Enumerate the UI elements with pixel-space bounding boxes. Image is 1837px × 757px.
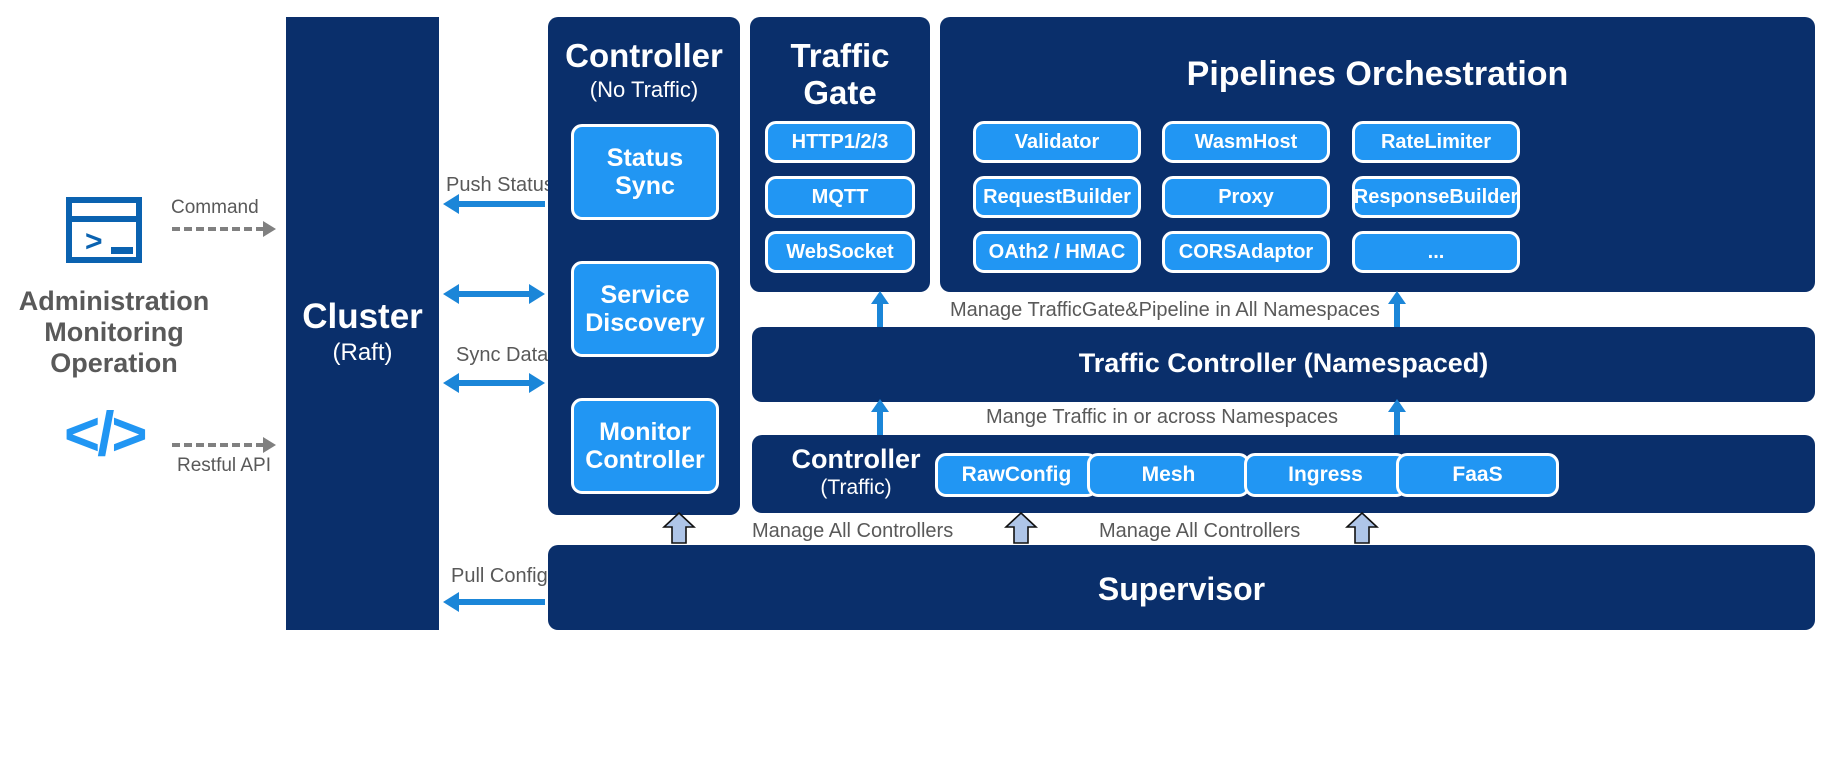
supervisor-title: Supervisor	[1097, 571, 1266, 607]
controller-no-traffic-title: Controller	[565, 37, 723, 74]
controller-no-traffic-subtitle: (No Traffic)	[589, 77, 699, 102]
chip-service-discovery[interactable]: Service Discovery	[571, 261, 719, 357]
cluster-subtitle: (Raft)	[332, 339, 393, 366]
restful-api-arrow	[172, 437, 276, 453]
chip-validator[interactable]: Validator	[973, 121, 1141, 163]
chip-ellipsis[interactable]: ...	[1352, 231, 1520, 273]
manage-all-controllers-arrow-1	[662, 512, 696, 544]
mange-traffic-arrow-left	[869, 399, 891, 435]
traffic-controller-title: Traffic Controller (Namespaced)	[1078, 348, 1489, 378]
manage-all-controllers-label-left: Manage All Controllers	[752, 520, 954, 542]
chip-websocket[interactable]: WebSocket	[765, 231, 915, 273]
chip-ingress[interactable]: Ingress	[1244, 453, 1407, 497]
chip-requestbuilder[interactable]: RequestBuilder	[973, 176, 1141, 218]
manage-all-controllers-label-right: Manage All Controllers	[1099, 520, 1301, 542]
traffic-gate-panel[interactable]: Traffic Gate HTTP1/2/3 MQTT WebSocket	[750, 17, 930, 292]
traffic-gate-title-line1: Traffic	[790, 37, 890, 74]
manage-trafficgate-arrow-left	[869, 291, 891, 327]
admin-label: Administration Monitoring Operation	[18, 286, 210, 378]
restful-api-label: Restful API	[177, 455, 271, 476]
chip-status-sync[interactable]: Status Sync	[571, 124, 719, 220]
sync-data-arrow-bottom	[443, 373, 545, 393]
chip-proxy[interactable]: Proxy	[1162, 176, 1330, 218]
chip-ratelimiter[interactable]: RateLimiter	[1352, 121, 1520, 163]
chip-mesh[interactable]: Mesh	[1087, 453, 1250, 497]
pull-config-label: Pull Config	[451, 565, 548, 587]
chip-oauth2-hmac[interactable]: OAth2 / HMAC	[973, 231, 1141, 273]
traffic-gate-title-line2: Gate	[803, 74, 877, 111]
traffic-controller-panel[interactable]: Traffic Controller (Namespaced)	[752, 327, 1815, 402]
chip-http[interactable]: HTTP1/2/3	[765, 121, 915, 163]
code-icon: </>	[64, 400, 148, 469]
chip-responsebuilder[interactable]: ResponseBuilder	[1352, 176, 1520, 218]
pipelines-title: Pipelines Orchestration	[1186, 55, 1569, 93]
chip-faas[interactable]: FaaS	[1396, 453, 1559, 497]
architecture-diagram: > Command Administration Monitoring Oper…	[0, 0, 1837, 757]
controller-traffic-title: Controller	[791, 444, 921, 474]
chip-corsadaptor[interactable]: CORSAdaptor	[1162, 231, 1330, 273]
push-status-arrow	[443, 194, 545, 214]
manage-all-controllers-arrow-3	[1345, 512, 1379, 544]
terminal-icon: >	[66, 197, 142, 263]
sync-data-arrow-top	[443, 284, 545, 304]
manage-trafficgate-arrow-right	[1386, 291, 1408, 327]
cluster-title: Cluster	[302, 297, 423, 336]
sync-data-label: Sync Data	[456, 344, 549, 366]
command-arrow	[172, 221, 276, 237]
pipelines-orchestration-panel[interactable]: Pipelines Orchestration Validator WasmHo…	[940, 17, 1815, 292]
chip-mqtt[interactable]: MQTT	[765, 176, 915, 218]
chip-monitor-controller[interactable]: Monitor Controller	[571, 398, 719, 494]
manage-trafficgate-label: Manage TrafficGate&Pipeline in All Names…	[950, 299, 1380, 321]
mange-traffic-label: Mange Traffic in or across Namespaces	[986, 406, 1339, 428]
controller-traffic-panel[interactable]: Controller (Traffic) RawConfig Mesh Ingr…	[752, 435, 1815, 513]
command-label: Command	[171, 197, 259, 218]
supervisor-panel[interactable]: Supervisor	[548, 545, 1815, 630]
manage-all-controllers-arrow-2	[1004, 512, 1038, 544]
pull-config-arrow	[443, 592, 545, 612]
chip-rawconfig[interactable]: RawConfig	[935, 453, 1098, 497]
cluster-box[interactable]: Cluster (Raft)	[286, 17, 439, 630]
mange-traffic-arrow-right	[1386, 399, 1408, 435]
controller-no-traffic-panel[interactable]: Controller (No Traffic) Status Sync Serv…	[548, 17, 740, 515]
chip-wasmhost[interactable]: WasmHost	[1162, 121, 1330, 163]
controller-traffic-subtitle: (Traffic)	[820, 476, 892, 499]
